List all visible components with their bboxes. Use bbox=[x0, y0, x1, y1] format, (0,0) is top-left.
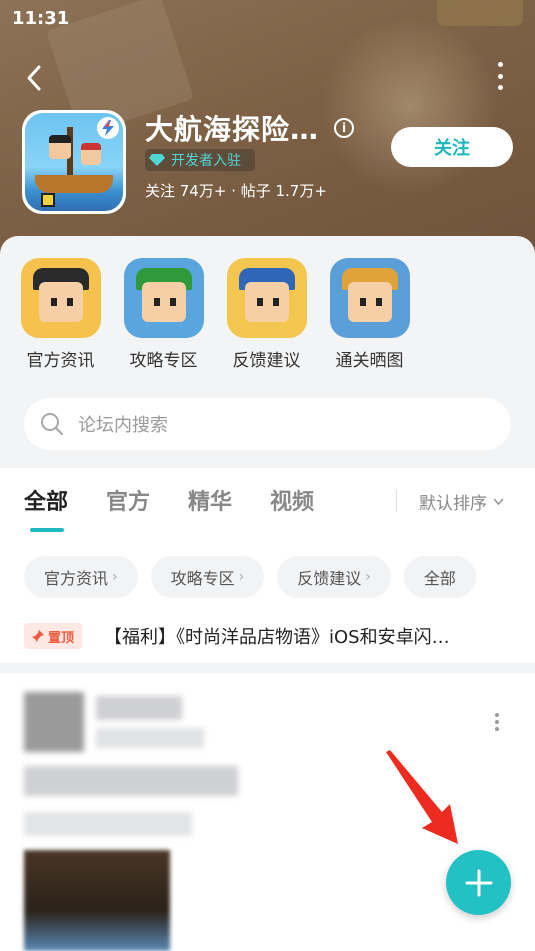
post-thumbnail[interactable] bbox=[24, 850, 170, 951]
app-stats: 关注 74万+ · 帖子 1.7万+ bbox=[145, 182, 327, 200]
pinned-post[interactable]: 置顶 【福利】《时尚洋品店物语》iOS和安卓闪… bbox=[24, 623, 514, 649]
category-chips: 官方资讯 › 攻略专区 › 反馈建议 › 全部 bbox=[24, 556, 476, 598]
tab-divider bbox=[396, 490, 397, 512]
new-post-button[interactable] bbox=[446, 850, 511, 915]
app-icon bbox=[22, 110, 126, 214]
more-options-button[interactable] bbox=[495, 62, 505, 90]
sort-dropdown[interactable]: 默认排序 bbox=[419, 489, 504, 514]
chevron-down-icon bbox=[493, 497, 504, 505]
follow-button[interactable]: 关注 bbox=[391, 127, 513, 167]
post-excerpt-redacted bbox=[24, 812, 192, 836]
chip-label: 攻略专区 bbox=[170, 569, 235, 588]
wizard-avatar-icon bbox=[123, 258, 204, 338]
search-placeholder: 论坛内搜索 bbox=[78, 415, 168, 436]
sort-label: 默认排序 bbox=[419, 494, 487, 514]
lightning-icon bbox=[97, 117, 119, 139]
chip-feedback[interactable]: 反馈建议 › bbox=[277, 556, 391, 598]
tab-featured[interactable]: 精华 bbox=[188, 484, 232, 518]
quick-link-guides[interactable]: 攻略专区 bbox=[112, 258, 215, 371]
chip-guides[interactable]: 攻略专区 › bbox=[150, 556, 265, 598]
plus-icon bbox=[465, 869, 492, 896]
developer-badge[interactable]: 开发者入驻 bbox=[145, 149, 255, 171]
chip-label: 官方资讯 bbox=[44, 569, 109, 588]
back-button[interactable] bbox=[20, 60, 48, 96]
avatar bbox=[24, 692, 84, 752]
arrow-annotation bbox=[386, 750, 458, 844]
chevron-right-icon: › bbox=[238, 569, 245, 585]
app-title: 大航海探险… bbox=[145, 113, 320, 146]
status-time: 11:31 bbox=[12, 8, 70, 29]
post-more-button[interactable] bbox=[495, 713, 501, 731]
quick-link-screenshots[interactable]: 通关晒图 bbox=[318, 258, 421, 371]
chevron-left-icon bbox=[27, 65, 41, 91]
search-icon bbox=[41, 413, 63, 435]
chip-all[interactable]: 全部 bbox=[403, 556, 476, 598]
search-input[interactable]: 论坛内搜索 bbox=[24, 398, 511, 450]
quick-link-label: 反馈建议 bbox=[232, 351, 301, 371]
post-title-redacted bbox=[24, 766, 238, 796]
chevron-right-icon: › bbox=[112, 569, 118, 585]
pinned-badge-label: 置顶 bbox=[48, 630, 75, 646]
quick-link-label: 攻略专区 bbox=[129, 351, 198, 371]
quick-link-feedback[interactable]: 反馈建议 bbox=[215, 258, 318, 371]
tab-video[interactable]: 视频 bbox=[270, 484, 314, 518]
bandana-avatar-icon bbox=[226, 258, 307, 338]
pirate-avatar-icon bbox=[20, 258, 101, 338]
pinned-post-title: 【福利】《时尚洋品店物语》iOS和安卓闪… bbox=[104, 627, 450, 648]
tab-official[interactable]: 官方 bbox=[106, 484, 150, 518]
pin-icon bbox=[32, 630, 44, 642]
chip-label: 反馈建议 bbox=[297, 569, 362, 588]
crown-avatar-icon bbox=[329, 258, 410, 338]
post-meta-redacted bbox=[96, 728, 204, 748]
author-name-redacted bbox=[96, 696, 182, 720]
chip-label: 全部 bbox=[423, 569, 456, 588]
chevron-right-icon: › bbox=[365, 569, 371, 585]
tab-all[interactable]: 全部 bbox=[24, 484, 68, 532]
quick-link-official-news[interactable]: 官方资讯 bbox=[9, 258, 112, 371]
diamond-icon bbox=[149, 154, 165, 166]
post-tabs: 全部 官方 精华 视频 bbox=[24, 484, 352, 532]
chip-official-news[interactable]: 官方资讯 › bbox=[24, 556, 138, 598]
pinned-badge: 置顶 bbox=[24, 623, 83, 649]
quick-link-label: 官方资讯 bbox=[26, 351, 95, 371]
developer-badge-label: 开发者入驻 bbox=[171, 153, 241, 169]
quick-links: 官方资讯 攻略专区 反馈建议 通关晒图 bbox=[0, 258, 535, 371]
info-icon[interactable]: i bbox=[334, 118, 354, 138]
quick-link-label: 通关晒图 bbox=[335, 351, 404, 371]
